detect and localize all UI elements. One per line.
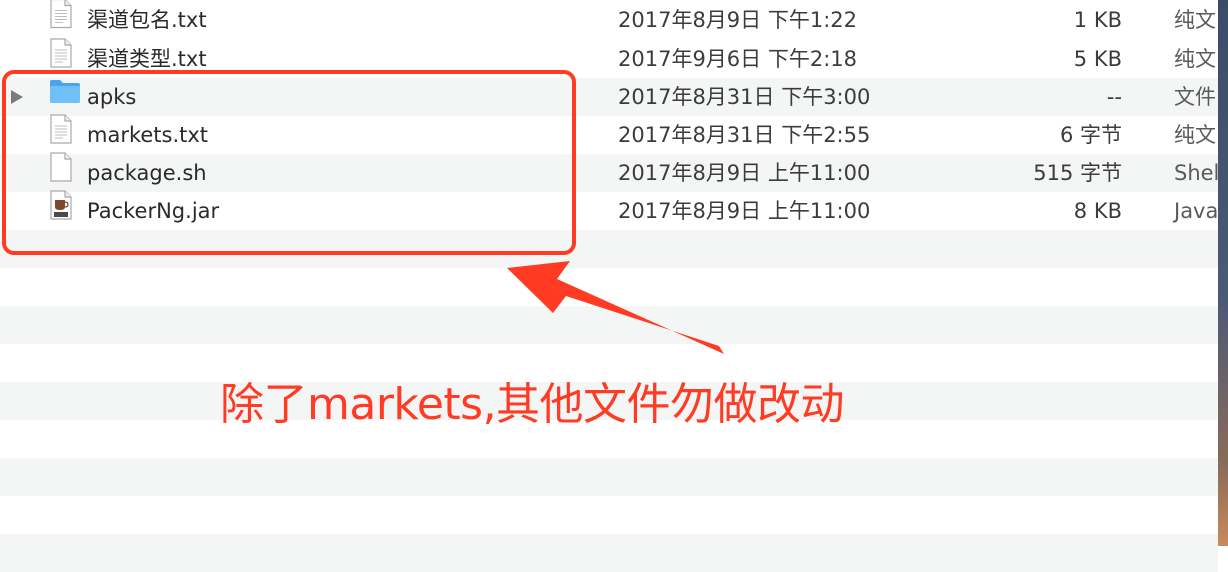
annotation-arrow-icon <box>507 261 724 354</box>
annotation-text: 除了markets,其他文件勿做改动 <box>220 379 845 430</box>
